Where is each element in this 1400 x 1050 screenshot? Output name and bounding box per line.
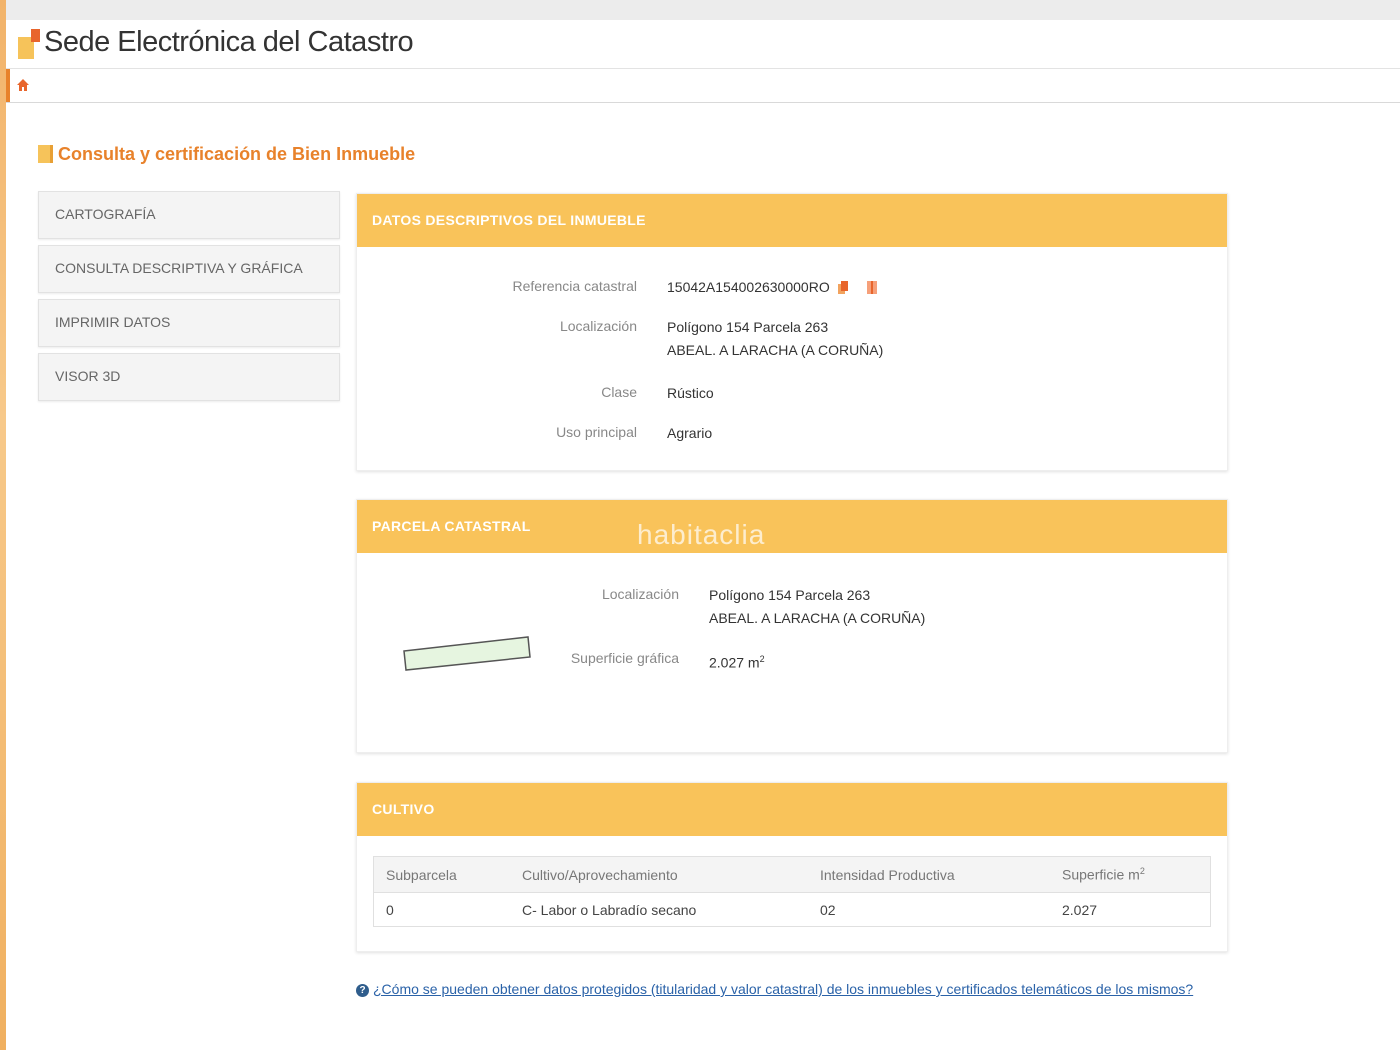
home-icon[interactable] [16, 78, 30, 92]
superficie-grafica-value: 2.027 m [709, 654, 760, 671]
parcela-localizacion-line1: Polígono 154 Parcela 263 [709, 587, 871, 603]
cell-cultivo: C- Labor o Labradío secano [522, 901, 697, 918]
ref-catastral-label: Referencia catastral [512, 278, 637, 294]
catastro-logo-icon[interactable] [18, 29, 44, 59]
heading-bookmark-icon [38, 145, 53, 163]
menu-item-imprimir-datos[interactable]: IMPRIMIR DATOS [38, 299, 340, 347]
watermark: habitaclia [637, 519, 766, 550]
cell-superficie: 2.027 [1062, 901, 1098, 918]
superficie-grafica-label: Superficie gráfica [570, 650, 679, 666]
help-link-row: ? ¿Cómo se pueden obtener datos protegido… [356, 981, 1193, 997]
cultivo-header: CULTIVO [357, 783, 1227, 836]
uso-principal-label: Uso principal [556, 424, 637, 440]
parcela-catastral-header: PARCELA CATASTRAL habitaclia [357, 500, 1227, 553]
cultivo-panel: CULTIVO Subparcela Cultivo/Aprovechamien… [356, 782, 1228, 952]
datos-protegidos-link[interactable]: ¿Cómo se pueden obtener datos protegidos… [373, 981, 1193, 997]
cultivo-table: Subparcela Cultivo/Aprovechamiento Inten… [373, 856, 1211, 927]
col-subparcela: Subparcela [373, 856, 510, 893]
table-header-row: Subparcela Cultivo/Aprovechamiento Inten… [373, 856, 1211, 893]
parcel-shape-thumbnail[interactable] [401, 632, 533, 672]
site-title[interactable]: Sede Electrónica del Catastro [44, 26, 414, 59]
page-title-text: Consulta y certificación de Bien Inmuebl… [58, 144, 416, 164]
parcela-localizacion-label: Localización [601, 586, 679, 602]
bookmark-icon[interactable] [867, 281, 878, 295]
cell-subparcela: 0 [386, 901, 394, 918]
cell-intensidad: 02 [820, 901, 836, 918]
side-menu: CARTOGRAFÍA CONSULTA DESCRIPTIVA Y GRÁFI… [38, 191, 340, 407]
clase-value: Rústico [667, 385, 714, 401]
breadcrumb [6, 69, 1400, 103]
browser-top-strip [0, 0, 1400, 21]
col-superficie-exp: 2 [1139, 866, 1145, 877]
copy-icon[interactable] [837, 281, 848, 295]
info-icon: ? [356, 983, 369, 997]
datos-descriptivos-header: DATOS DESCRIPTIVOS DEL INMUEBLE [357, 194, 1227, 247]
parcela-catastral-panel: PARCELA CATASTRAL habitaclia Localizació… [356, 499, 1228, 753]
datos-descriptivos-panel: DATOS DESCRIPTIVOS DEL INMUEBLE Referenc… [356, 193, 1228, 471]
menu-item-cartografia[interactable]: CARTOGRAFÍA [38, 191, 340, 239]
site-header: Sede Electrónica del Catastro [6, 20, 1400, 69]
uso-principal-value: Agrario [667, 425, 713, 441]
menu-item-consulta-descriptiva[interactable]: CONSULTA DESCRIPTIVA Y GRÁFICA [38, 245, 340, 293]
navbar-marker [6, 69, 10, 102]
ref-catastral-value: 15042A154002630000RO [667, 279, 830, 295]
col-intensidad: Intensidad Productiva [808, 856, 1050, 893]
superficie-grafica-exp: 2 [759, 654, 765, 664]
localizacion-label: Localización [559, 318, 637, 334]
col-superficie-label: Superficie m [1062, 866, 1140, 883]
parcela-localizacion-line2: ABEAL. A LARACHA (A CORUÑA) [709, 610, 926, 626]
menu-item-visor-3d[interactable]: VISOR 3D [38, 353, 340, 401]
table-row: 0 C- Labor o Labradío secano 02 2.027 [374, 893, 1211, 927]
col-cultivo: Cultivo/Aprovechamiento [510, 856, 808, 893]
col-superficie: Superficie m2 [1050, 856, 1211, 893]
localizacion-line2: ABEAL. A LARACHA (A CORUÑA) [667, 342, 884, 358]
clase-label: Clase [601, 384, 637, 400]
localizacion-line1: Polígono 154 Parcela 263 [667, 319, 829, 335]
parcela-catastral-title: PARCELA CATASTRAL [372, 518, 531, 534]
left-accent-stripe [0, 0, 6, 1050]
